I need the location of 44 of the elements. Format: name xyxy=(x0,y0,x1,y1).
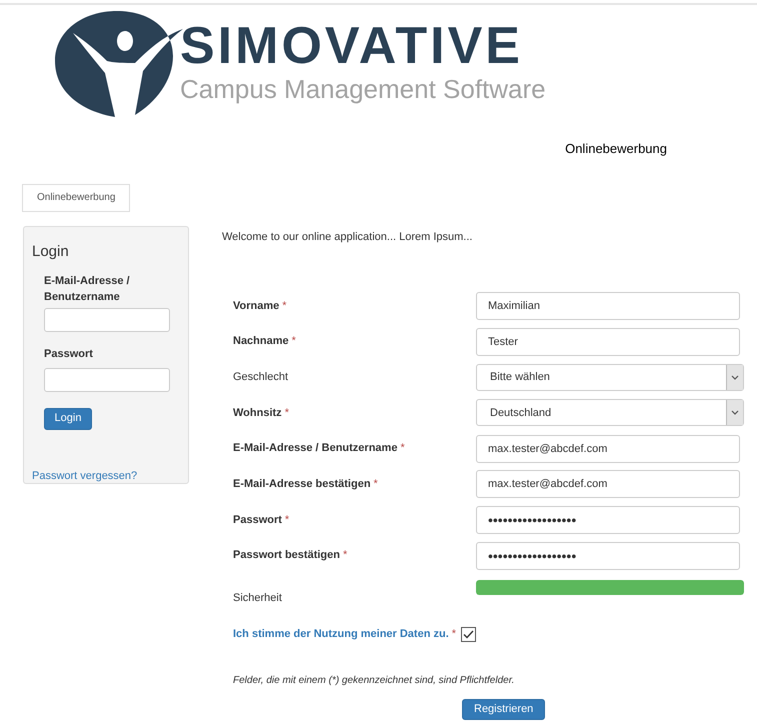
required-mark: * xyxy=(452,627,456,642)
header-link[interactable]: Onlinebewerbung xyxy=(565,139,667,158)
text-field[interactable]: Tester xyxy=(476,328,740,356)
consent-label: Ich stimme der Nutzung meiner Daten zu. xyxy=(233,627,449,642)
text-field[interactable]: max.tester@abcdef.com xyxy=(476,470,740,498)
field-label: Passwort xyxy=(44,347,94,362)
field-label: E-Mail-Adresse / Benutzername xyxy=(44,274,131,305)
logo-wordmark: SIMOVATIVE xyxy=(180,22,524,70)
field-label: Sicherheit xyxy=(233,590,283,606)
required-mark: * xyxy=(284,512,290,528)
required-mark: * xyxy=(342,548,348,564)
field-label: Passwort bestätigen xyxy=(233,548,340,564)
required-mark: * xyxy=(282,298,287,314)
required-mark: * xyxy=(292,334,296,350)
select-field[interactable]: Bitte wählen xyxy=(476,364,744,391)
required-mark: * xyxy=(284,406,289,421)
password-field[interactable]: •••••••••••••••••• xyxy=(476,506,740,534)
select-field[interactable]: Deutschland xyxy=(476,399,744,426)
login-button[interactable]: Login xyxy=(44,408,92,430)
field-label: Wohnsitz xyxy=(233,406,282,421)
footnote: Felder, die mit einem (*) gekennzeichnet sind, sind Pflichtfelder. xyxy=(232,674,516,688)
field-label: Vorname xyxy=(233,298,280,314)
panel-title: Login xyxy=(32,242,70,262)
field-label: Nachname xyxy=(233,334,289,350)
logo-tagline: Campus Management Software xyxy=(180,73,546,106)
chevron-down-icon xyxy=(731,374,739,380)
required-mark: * xyxy=(400,441,405,456)
password-field[interactable]: •••••••••••••••••• xyxy=(476,542,740,570)
field-label: Passwort xyxy=(233,512,282,528)
check-icon xyxy=(463,630,474,639)
nav-tab[interactable]: Onlinebewerbung xyxy=(22,184,130,212)
chevron-down-icon xyxy=(731,410,739,416)
register-button[interactable]: Registrieren xyxy=(462,698,546,720)
required-mark: * xyxy=(374,477,378,492)
field-label: Geschlecht xyxy=(233,370,288,385)
forgot-password-link[interactable]: Passwort vergessen? xyxy=(32,468,180,484)
welcome-text: Welcome to our online application... Lorem Ipsum... xyxy=(222,230,474,244)
field-label: E-Mail-Adresse / Benutzername xyxy=(233,441,398,456)
field-label: E-Mail-Adresse bestätigen xyxy=(233,477,371,492)
username-field[interactable] xyxy=(44,308,170,332)
text-field[interactable]: max.tester@abcdef.com xyxy=(476,434,740,463)
text-field[interactable]: Maximilian xyxy=(476,292,740,320)
password-field[interactable] xyxy=(44,368,170,392)
consent-checkbox[interactable] xyxy=(461,626,476,642)
